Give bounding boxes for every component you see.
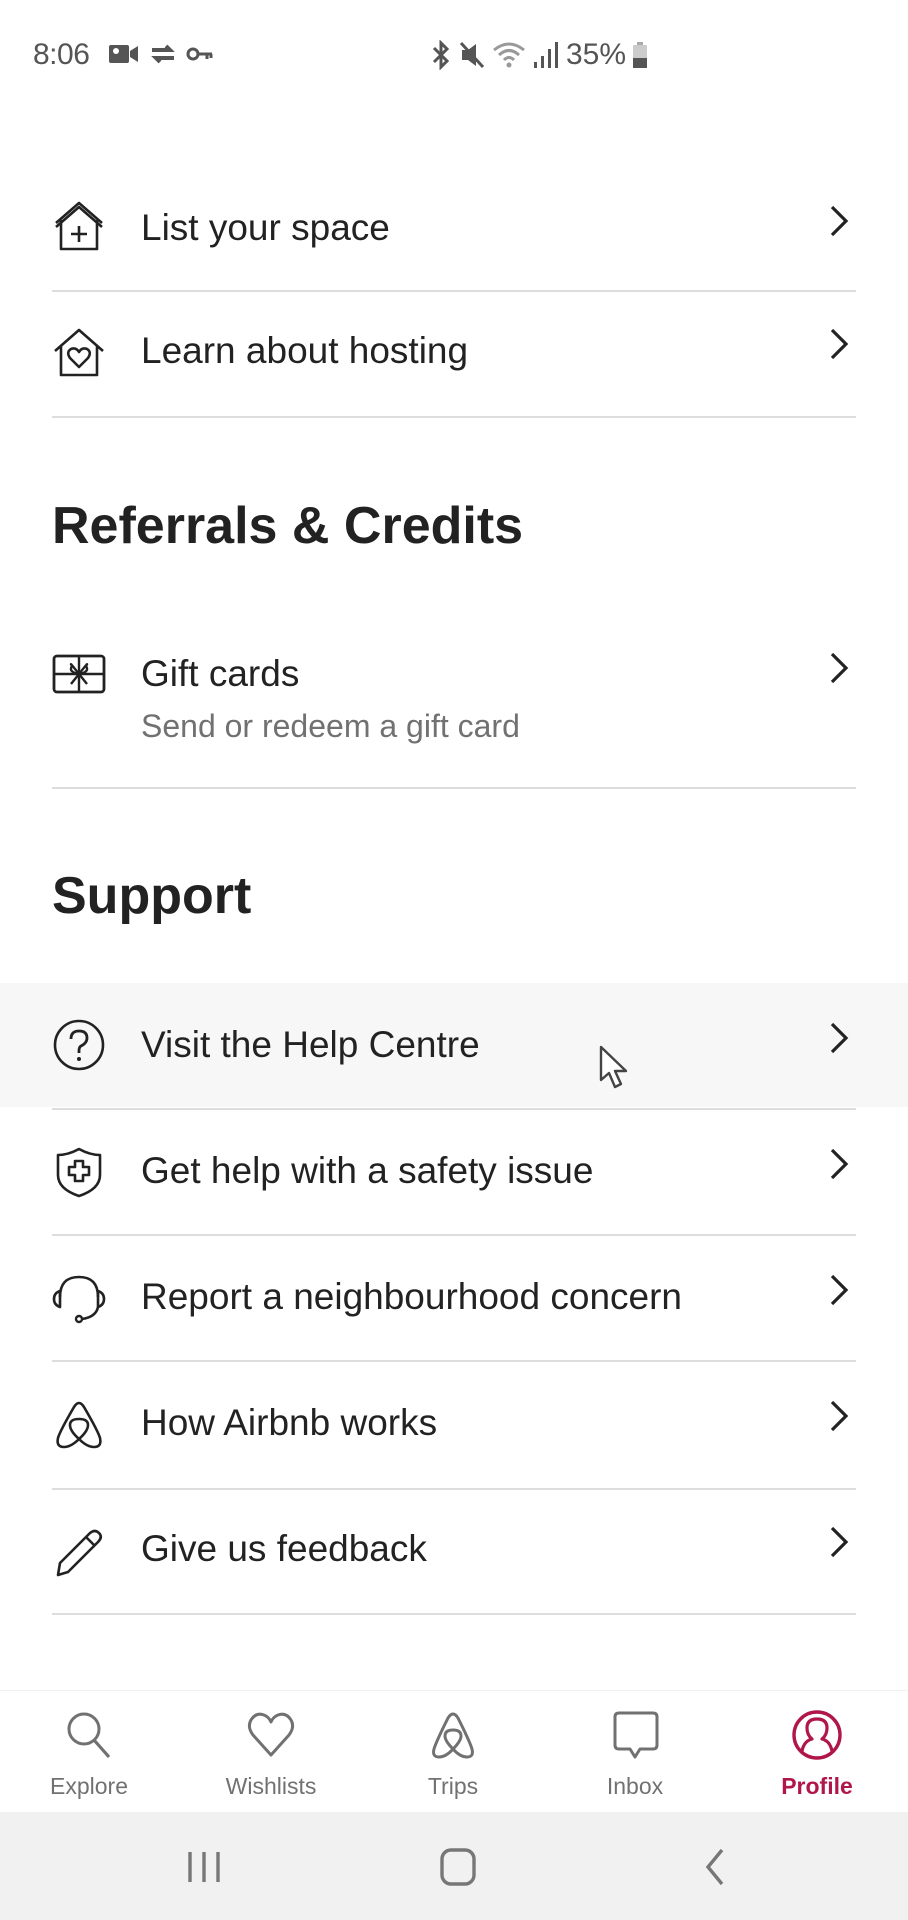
- chevron-right-icon: [830, 1400, 849, 1432]
- video-camera-icon: [109, 45, 138, 63]
- headset-icon: [52, 1275, 106, 1324]
- status-left-icons: [108, 42, 214, 66]
- list-item-label: Gift cards: [141, 653, 300, 694]
- nav-label: Wishlists: [225, 1773, 317, 1799]
- chevron-right-icon: [830, 1022, 849, 1054]
- nav-trips[interactable]: Trips: [383, 1691, 523, 1813]
- mute-icon: [459, 41, 485, 69]
- chevron-right-icon: [830, 1274, 849, 1306]
- home-icon[interactable]: [428, 1842, 488, 1892]
- list-item-how-airbnb-works[interactable]: How Airbnb works: [0, 1362, 908, 1486]
- chevron-right-icon: [830, 1148, 849, 1180]
- sync-icon: [151, 44, 175, 64]
- airbnb-logo-icon: [432, 1712, 474, 1759]
- status-right: 35%: [430, 38, 648, 72]
- house-plus-icon: [55, 201, 103, 251]
- heart-icon: [247, 1712, 295, 1757]
- list-item-label: List your space: [141, 207, 390, 248]
- gift-card-icon: [52, 654, 106, 694]
- list-item-give-feedback[interactable]: Give us feedback: [0, 1490, 908, 1614]
- message-icon: [613, 1711, 659, 1759]
- screen: 8:06 35% Hosting List your space Learn a…: [0, 0, 908, 1920]
- list-item-visit-help-centre[interactable]: Visit the Help Centre: [0, 983, 908, 1107]
- nav-label: Trips: [427, 1773, 479, 1799]
- section-title-referrals: Referrals & Credits: [52, 497, 524, 555]
- search-icon: [67, 1712, 111, 1759]
- list-item-label: Report a neighbourhood concern: [141, 1276, 682, 1317]
- wifi-icon: [493, 42, 525, 68]
- profile-icon: [792, 1710, 842, 1760]
- list-item-safety-issue[interactable]: Get help with a safety issue: [0, 1110, 908, 1234]
- list-item-list-your-space[interactable]: List your space: [0, 166, 908, 290]
- list-item-sublabel: Send or redeem a gift card: [141, 708, 520, 744]
- nav-label: Profile: [781, 1773, 853, 1799]
- mouse-cursor-icon: [599, 1045, 628, 1089]
- nav-profile[interactable]: Profile: [747, 1691, 887, 1813]
- divider: [52, 1613, 856, 1615]
- nav-label: Explore: [50, 1773, 128, 1799]
- nav-explore[interactable]: Explore: [19, 1691, 159, 1813]
- list-item-neighbourhood-concern[interactable]: Report a neighbourhood concern: [0, 1236, 908, 1360]
- chevron-right-icon: [830, 205, 849, 237]
- section-title-support: Support: [52, 867, 252, 925]
- status-time: 8:06: [33, 38, 90, 71]
- list-item-learn-about-hosting[interactable]: Learn about hosting: [0, 292, 908, 416]
- system-nav-bar: [0, 1812, 908, 1920]
- battery-percent: 35%: [566, 38, 627, 71]
- divider: [52, 787, 856, 789]
- battery-icon: [633, 42, 648, 68]
- list-item-label: Visit the Help Centre: [141, 1024, 480, 1065]
- signal-icon: [534, 42, 558, 68]
- airbnb-logo-icon: [56, 1401, 102, 1449]
- nav-label: Inbox: [606, 1773, 664, 1799]
- list-item-label: Get help with a safety issue: [141, 1150, 594, 1191]
- chevron-right-icon: [830, 652, 849, 684]
- recent-apps-icon[interactable]: [174, 1842, 234, 1892]
- list-item-gift-cards[interactable]: Gift cards Send or redeem a gift card: [0, 620, 908, 788]
- chevron-right-icon: [830, 1526, 849, 1558]
- status-bar: 8:06 35%: [0, 0, 908, 80]
- back-icon[interactable]: [684, 1842, 744, 1892]
- bottom-nav: Explore Wishlists Trips Inbox Profile: [0, 1690, 908, 1812]
- nav-inbox[interactable]: Inbox: [565, 1691, 705, 1813]
- house-heart-icon: [54, 328, 104, 377]
- list-item-label: Give us feedback: [141, 1528, 427, 1569]
- nav-wishlists[interactable]: Wishlists: [201, 1691, 341, 1813]
- shield-plus-icon: [56, 1147, 102, 1198]
- question-circle-icon: [53, 1019, 105, 1071]
- chevron-right-icon: [830, 328, 849, 360]
- list-item-label: How Airbnb works: [141, 1402, 438, 1443]
- divider: [52, 416, 856, 418]
- vpn-key-icon: [186, 47, 213, 61]
- bluetooth-icon: [432, 40, 450, 70]
- list-item-label: Learn about hosting: [141, 330, 469, 371]
- pencil-icon: [56, 1529, 103, 1577]
